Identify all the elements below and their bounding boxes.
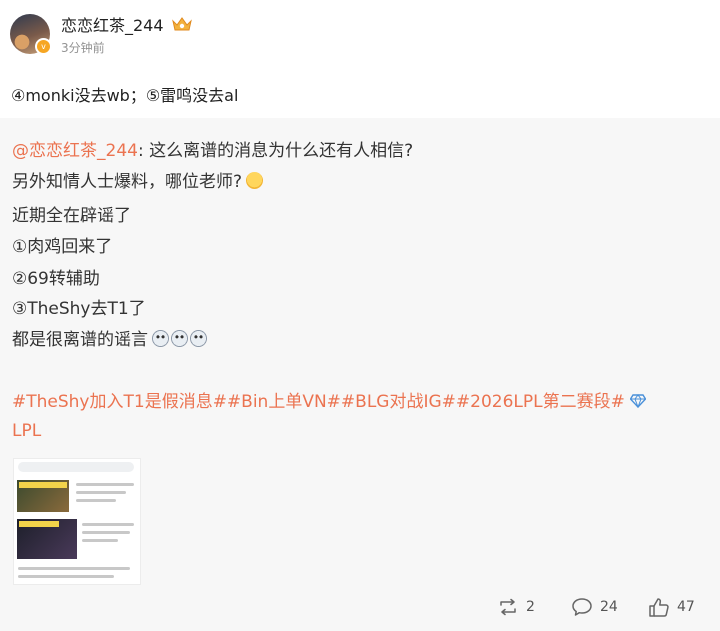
diamond-icon	[629, 394, 647, 409]
hashtag-links[interactable]: #TheShy加入T1是假消息##Bin上单VN##BLG对战IG##2026L…	[12, 392, 625, 412]
thumbnail-text-line	[82, 531, 130, 534]
hashtag-line: #TheShy加入T1是假消息##Bin上单VN##BLG对战IG##2026L…	[12, 387, 647, 412]
like-action[interactable]: 47	[648, 596, 695, 618]
thumbnail-text-line	[76, 499, 116, 502]
user-meta: 恋恋红茶_244 3分钟前	[61, 12, 193, 56]
thumbnail-text-line	[76, 483, 134, 486]
post-header: v 恋恋红茶_244 3分钟前	[10, 10, 193, 58]
post-time: 3分钟前	[61, 41, 105, 55]
repost-icon	[500, 598, 516, 616]
repost-count: 2	[526, 599, 535, 615]
repost-action[interactable]: 2	[497, 596, 535, 618]
mention-link[interactable]: @恋恋红茶_244	[12, 141, 138, 161]
thumbnail-text-line	[18, 575, 114, 578]
comment-count: 24	[600, 599, 618, 615]
vip-crown-icon	[171, 17, 192, 31]
quoted-post[interactable]: @恋恋红茶_244: 这么离谱的消息为什么还有人相信? 另外知情人士爆料，哪位老…	[0, 118, 720, 631]
lpl-tag[interactable]: LPL	[12, 421, 41, 441]
original-line-7-text: 都是很离谱的谣言	[12, 330, 148, 350]
thumbnail-video-title	[19, 521, 59, 527]
avatar[interactable]: v	[10, 14, 52, 55]
crying-emoji-icon	[190, 330, 207, 347]
username[interactable]: 恋恋红茶_244	[61, 12, 164, 36]
thumbnail-text-line	[82, 523, 134, 526]
original-line-6: ③TheShy去T1了	[12, 299, 146, 319]
thumbnail-search-bar	[18, 462, 134, 472]
thumbnail-video-title	[19, 482, 67, 488]
verified-badge-icon: v	[35, 38, 52, 55]
crying-emoji-icon	[171, 330, 188, 347]
thumbnail-text-line	[76, 491, 126, 494]
comment-icon	[572, 598, 592, 616]
original-line-1: @恋恋红茶_244: 这么离谱的消息为什么还有人相信?	[12, 136, 413, 161]
original-line-4: ①肉鸡回来了	[12, 237, 113, 257]
thinking-emoji-icon	[246, 172, 264, 189]
crying-emoji-icon	[152, 330, 169, 347]
repost-text: ④monki没去wb；⑤雷鸣没去al	[11, 86, 239, 105]
original-line-5: ②69转辅助	[12, 269, 100, 289]
thumbnail-text-line	[82, 539, 118, 542]
like-count: 47	[677, 599, 695, 615]
comment-action[interactable]: 24	[571, 596, 618, 618]
thumbnail-text-line	[18, 567, 130, 570]
original-line-2-text: 另外知情人士爆料，哪位老师?	[12, 172, 243, 192]
original-line-1-text: : 这么离谱的消息为什么还有人相信?	[137, 141, 414, 161]
attached-image-thumbnail[interactable]	[13, 458, 141, 585]
name-row: 恋恋红茶_244	[61, 12, 193, 36]
original-line-3: 近期全在辟谣了	[12, 206, 131, 226]
like-icon	[649, 598, 669, 617]
original-line-7: 都是很离谱的谣言	[12, 325, 207, 350]
original-line-2: 另外知情人士爆料，哪位老师?	[12, 167, 264, 192]
